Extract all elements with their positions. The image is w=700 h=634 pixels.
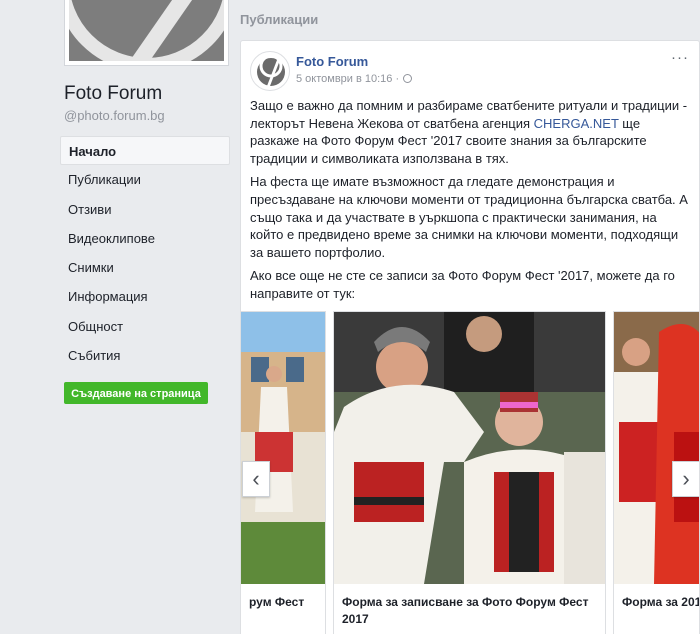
nav-item-reviews[interactable]: Отзиви	[60, 195, 230, 224]
globe-icon	[403, 74, 413, 83]
nav-item-about[interactable]: Информация	[60, 282, 230, 311]
chevron-left-icon[interactable]: ‹	[242, 461, 270, 497]
create-page-button[interactable]: Създаване на страница	[64, 382, 208, 404]
nav-item-photos[interactable]: Снимки	[60, 253, 230, 282]
post-paragraph: Защо е важно да помним и разбираме сватб…	[250, 97, 692, 167]
link-carousel: рум Фест Форма за записване за Фото Фору…	[241, 311, 699, 634]
profile-picture[interactable]	[64, 0, 229, 66]
card-caption[interactable]: рум Фест	[249, 594, 304, 611]
card-image[interactable]	[614, 312, 699, 584]
nav-item-community[interactable]: Общност	[60, 312, 230, 341]
post-paragraph: Ако все още не сте се записи за Фото Фор…	[250, 268, 675, 301]
cherga-link[interactable]: CHERGA.NET	[534, 116, 619, 131]
author-avatar[interactable]	[250, 51, 290, 91]
timestamp-text[interactable]: 5 октомври в 10:16 ·	[296, 73, 399, 85]
page-name[interactable]: Foto Forum	[64, 83, 162, 105]
nav-item-events[interactable]: Събития	[60, 341, 230, 370]
nav-item-home[interactable]: Начало	[60, 136, 230, 166]
post-body: Защо е важно да помним и разбираме сватб…	[250, 97, 692, 309]
chevron-right-icon[interactable]: ›	[672, 461, 699, 497]
post-paragraph: На феста ще имате възможност да гледате …	[250, 174, 688, 260]
post-card: Foto Forum 5 октомври в 10:16 · ··· Защо…	[240, 40, 700, 634]
nav-item-posts[interactable]: Публикации	[60, 165, 230, 194]
post-author[interactable]: Foto Forum	[296, 54, 368, 69]
card-image[interactable]	[241, 312, 325, 584]
card-caption[interactable]: Форма за 2017	[622, 594, 699, 611]
post-timestamp[interactable]: 5 октомври в 10:16 ·	[296, 73, 413, 85]
card-image[interactable]	[334, 312, 605, 584]
card-caption[interactable]: Форма за записване за Фото Форум Фест 20…	[342, 594, 592, 628]
carousel-card[interactable]: Форма за записване за Фото Форум Фест 20…	[333, 311, 606, 634]
nav-item-videos[interactable]: Видеоклипове	[60, 224, 230, 253]
page-handle[interactable]: @photo.forum.bg	[64, 108, 165, 123]
ellipsis-icon[interactable]: ···	[671, 50, 689, 65]
section-title: Публикации	[240, 12, 319, 27]
page-nav: Начало Публикации Отзиви Видеоклипове Сн…	[60, 136, 230, 370]
